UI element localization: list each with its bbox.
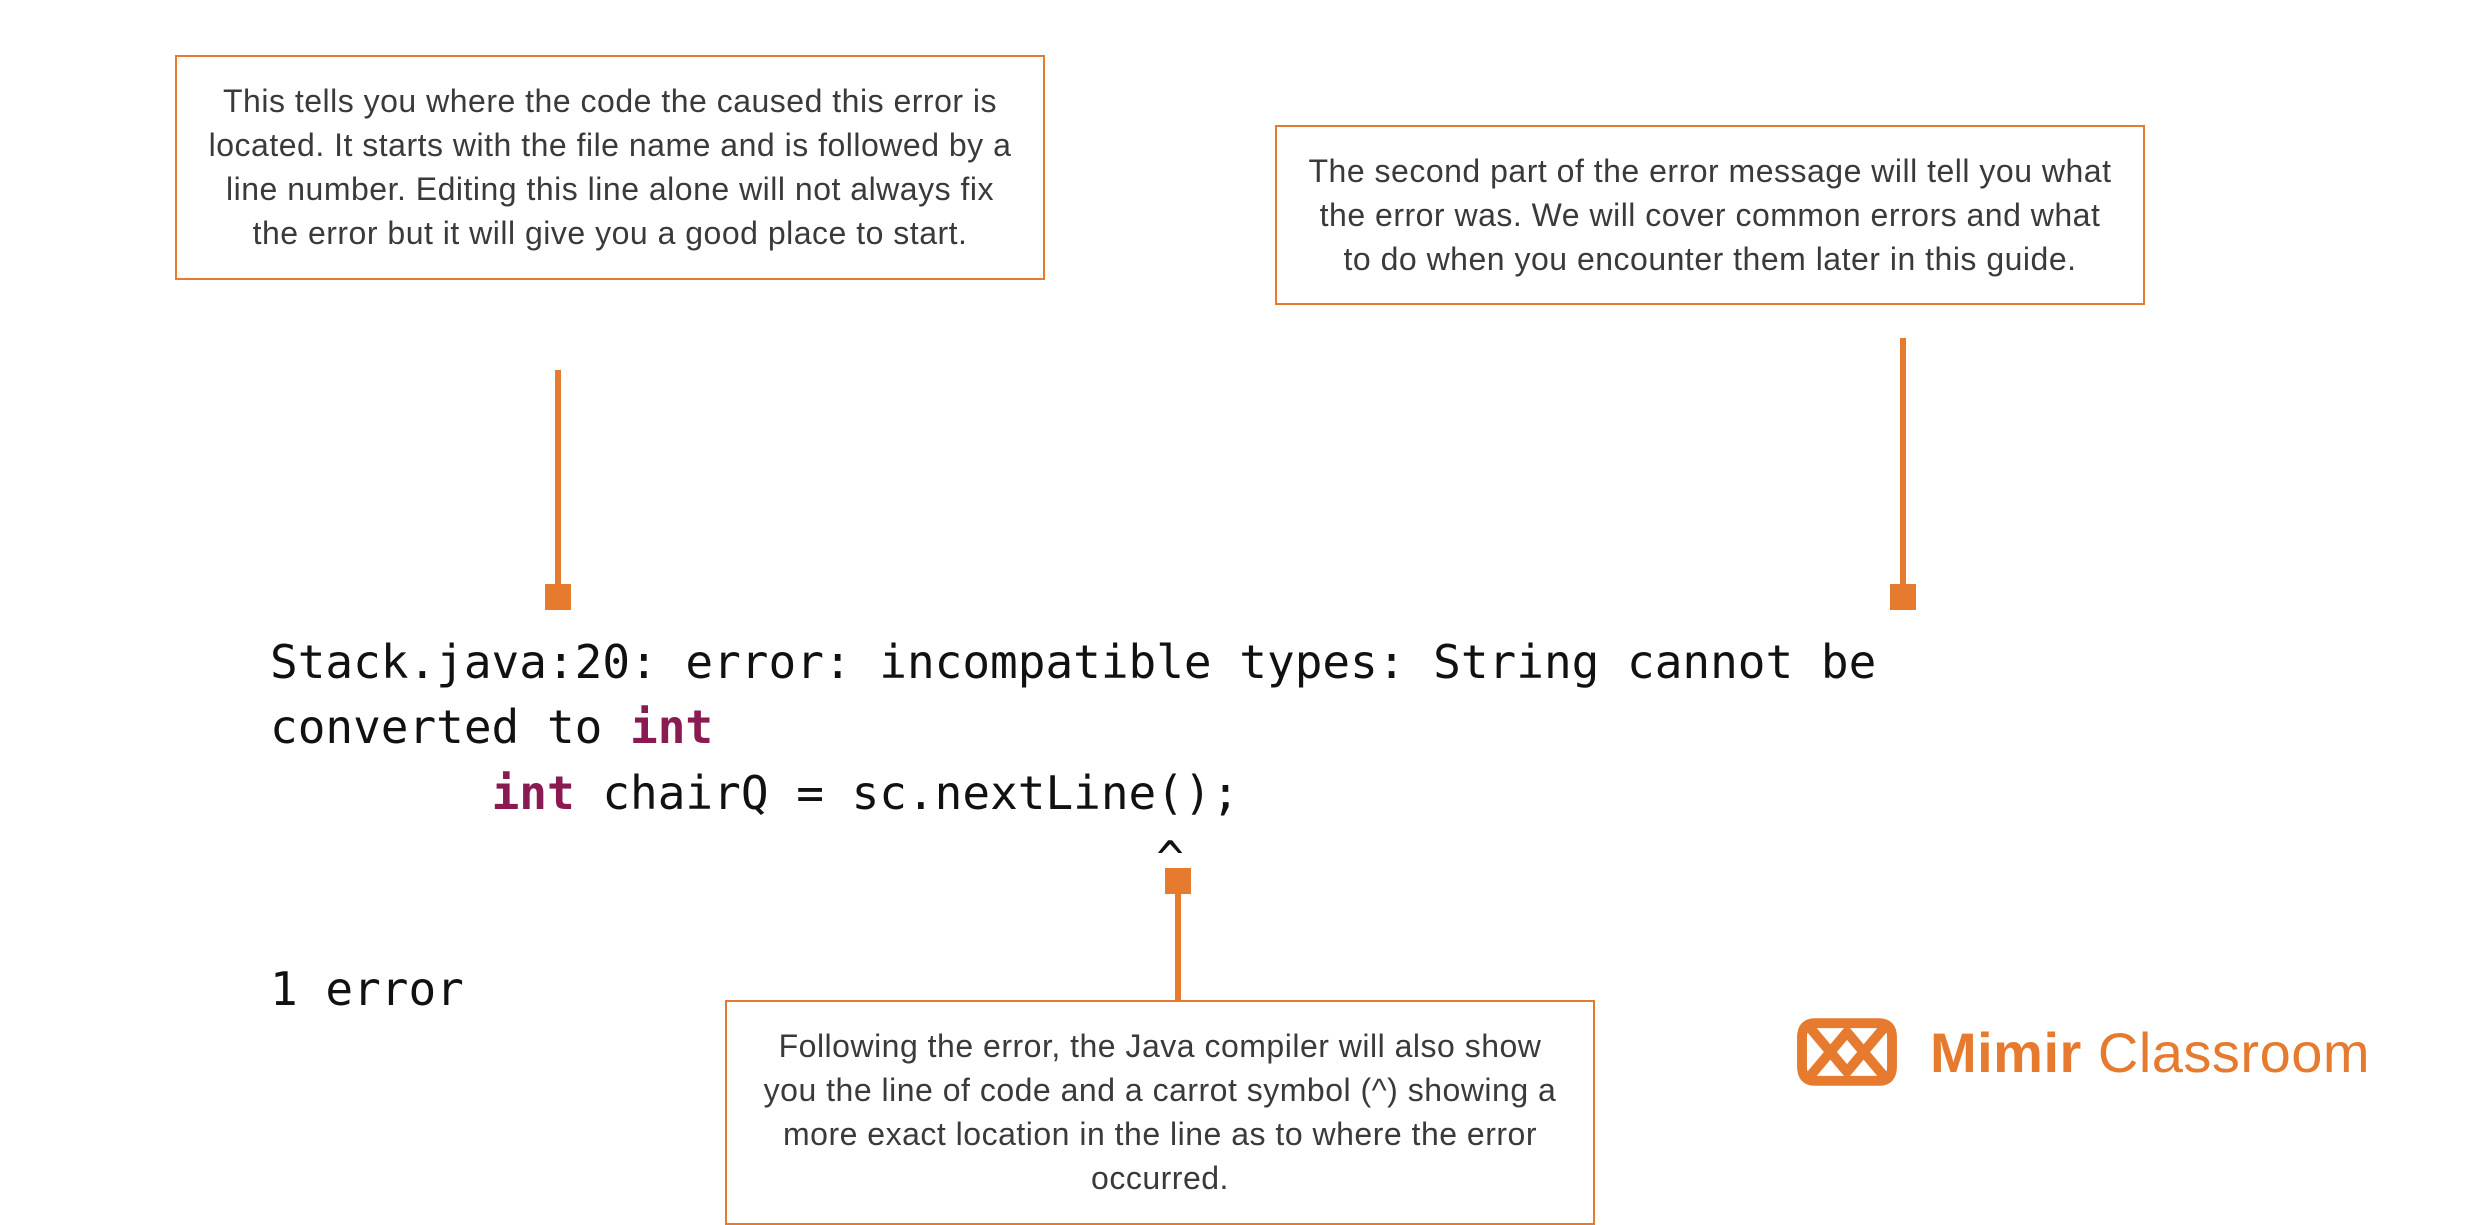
diagram-canvas: This tells you where the code the caused…: [0, 0, 2480, 1192]
callout-caret: Following the error, the Java compiler w…: [725, 1000, 1595, 1225]
code-caret-line: ^: [270, 831, 1184, 885]
brand-name-light: Classroom: [2082, 1021, 2370, 1084]
code-line-2: int chairQ = sc.nextLine();: [270, 766, 1239, 820]
connector-location: [555, 370, 561, 608]
brand-name-bold: Mimir: [1930, 1021, 2082, 1084]
connector-message: [1900, 338, 1906, 608]
mimir-logo-icon: [1792, 1007, 1902, 1097]
brand-logo-lockup: Mimir Classroom: [1792, 1007, 2370, 1097]
code-error-count: 1 error: [270, 962, 464, 1016]
code-line-1: Stack.java:20: error: incompatible types…: [270, 635, 1876, 754]
brand-text: Mimir Classroom: [1930, 1020, 2370, 1085]
callout-error-location: This tells you where the code the caused…: [175, 55, 1045, 280]
callout-error-message: The second part of the error message wil…: [1275, 125, 2145, 305]
connector-tip: [545, 584, 571, 610]
keyword-int: int: [492, 766, 575, 820]
keyword-int: int: [630, 700, 713, 754]
connector-tip: [1890, 584, 1916, 610]
compiler-error-output: Stack.java:20: error: incompatible types…: [270, 630, 2170, 1022]
